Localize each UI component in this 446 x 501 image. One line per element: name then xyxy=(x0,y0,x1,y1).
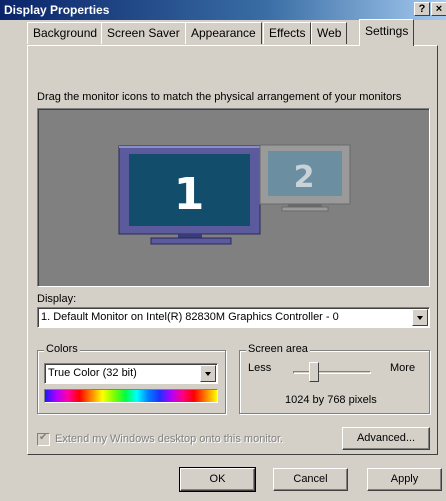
instruction-text: Drag the monitor icons to match the phys… xyxy=(37,91,402,103)
screen-area-group-label: Screen area xyxy=(246,343,310,355)
color-spectrum-bar xyxy=(44,389,218,403)
tab-settings[interactable]: Settings xyxy=(359,19,415,46)
help-button[interactable]: ? xyxy=(414,2,430,16)
colors-group-label: Colors xyxy=(44,343,80,355)
tab-background[interactable]: Background xyxy=(27,22,104,44)
monitor-1[interactable]: 1 xyxy=(118,145,261,245)
close-button[interactable]: × xyxy=(431,2,446,16)
monitor-arrangement-area: 1 2 xyxy=(37,108,430,287)
apply-button[interactable]: Apply xyxy=(367,468,442,491)
window-title: Display Properties xyxy=(4,3,110,17)
tab-effects[interactable]: Effects xyxy=(263,22,312,44)
display-select-value: 1. Default Monitor on Intel(R) 82830M Gr… xyxy=(41,311,339,323)
tab-appearance[interactable]: Appearance xyxy=(185,22,262,44)
resolution-text: 1024 by 768 pixels xyxy=(285,394,377,406)
chevron-down-icon[interactable] xyxy=(412,309,428,326)
chevron-down-icon[interactable] xyxy=(200,365,216,382)
less-label: Less xyxy=(248,362,272,374)
display-label: Display: xyxy=(37,293,77,305)
tab-screen-saver[interactable]: Screen Saver xyxy=(101,22,186,44)
screen-area-slider-track[interactable] xyxy=(293,371,371,374)
monitor-2-number: 2 xyxy=(294,160,315,195)
monitor-preview-svg: 1 2 xyxy=(118,144,351,245)
screen-area-slider-thumb[interactable] xyxy=(309,362,319,382)
extend-desktop-label: Extend my Windows desktop onto this moni… xyxy=(55,433,284,445)
colors-select-value: True Color (32 bit) xyxy=(48,367,137,379)
colors-select[interactable]: True Color (32 bit) xyxy=(44,363,218,384)
cancel-button[interactable]: Cancel xyxy=(273,468,348,491)
extend-desktop-checkbox[interactable] xyxy=(37,432,50,446)
more-label: More xyxy=(390,362,416,374)
display-select[interactable]: 1. Default Monitor on Intel(R) 82830M Gr… xyxy=(37,307,430,328)
monitor-2[interactable]: 2 xyxy=(259,144,351,212)
ok-button[interactable]: OK xyxy=(179,467,256,492)
tab-web[interactable]: Web xyxy=(311,22,348,44)
title-bar[interactable]: Display Properties ? × xyxy=(0,0,446,20)
advanced-button[interactable]: Advanced... xyxy=(342,427,430,450)
monitor-1-number: 1 xyxy=(174,169,205,220)
